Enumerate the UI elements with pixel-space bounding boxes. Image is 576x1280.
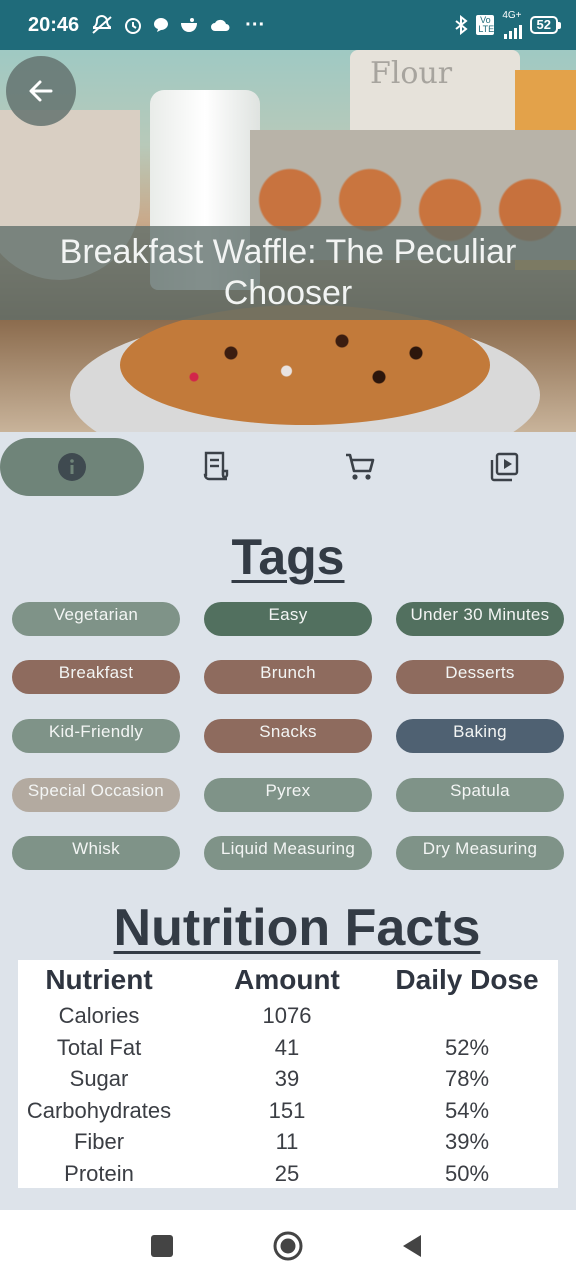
tag-chip[interactable]: Pyrex bbox=[204, 778, 372, 812]
tag-chip[interactable]: Special Occasion bbox=[12, 778, 180, 812]
nutrition-row: Carbohydrates 151 54% bbox=[18, 1098, 558, 1130]
volte-badge: Vo LTE bbox=[476, 15, 495, 35]
nutrient-name: Protein bbox=[64, 1160, 134, 1186]
nutrition-row: Sugar 39 78% bbox=[18, 1066, 558, 1098]
tag-chip[interactable]: Brunch bbox=[204, 660, 372, 694]
video-library-icon bbox=[490, 452, 519, 482]
nutrition-row: Total Fat 41 52% bbox=[18, 1035, 558, 1067]
tag-chip[interactable]: Spatula bbox=[396, 778, 564, 812]
nutrient-name: Sugar bbox=[69, 1066, 129, 1091]
recent-apps-button[interactable] bbox=[142, 1230, 182, 1262]
bluetooth-icon bbox=[455, 15, 468, 35]
hero-waffle bbox=[120, 305, 490, 425]
header-amount: Amount bbox=[234, 964, 340, 995]
tab-video[interactable] bbox=[432, 438, 576, 496]
nutrient-amount: 11 bbox=[275, 1129, 299, 1154]
signal-icon bbox=[503, 21, 522, 39]
nutrient-amount: 41 bbox=[274, 1034, 300, 1060]
nutrition-heading: Nutrition Facts bbox=[113, 899, 481, 957]
back-triangle-icon bbox=[403, 1235, 421, 1257]
tab-ingredients[interactable] bbox=[144, 438, 288, 496]
tag-chip[interactable]: Vegetarian bbox=[12, 602, 180, 636]
tag-chip[interactable]: Snacks bbox=[204, 719, 372, 753]
recipe-hero-image: Flour Breakfast Waffle: The Peculiar Cho… bbox=[0, 50, 576, 432]
nutrient-name: Calories bbox=[58, 1003, 140, 1028]
tag-chip[interactable]: Desserts bbox=[396, 660, 564, 694]
recipe-title-band: Breakfast Waffle: The Peculiar Chooser bbox=[0, 226, 576, 320]
network-type: 4G+ bbox=[502, 10, 522, 21]
tab-shopping[interactable] bbox=[288, 438, 432, 496]
cloud-icon bbox=[211, 19, 230, 31]
header-daily-dose: Daily Dose bbox=[395, 964, 539, 995]
nutrient-amount: 151 bbox=[268, 1097, 306, 1123]
shopping-cart-icon bbox=[346, 453, 375, 480]
nutrition-table: Nutrient Amount Daily Dose Calories 1076 T… bbox=[18, 960, 558, 1188]
tag-chip[interactable]: Kid-Friendly bbox=[12, 719, 180, 753]
tag-chip[interactable]: Breakfast bbox=[12, 660, 180, 694]
receipt-icon bbox=[203, 451, 229, 481]
nutrient-amount: 39 bbox=[274, 1066, 300, 1091]
recipe-title: Breakfast Waffle: The Peculiar Chooser bbox=[59, 233, 517, 312]
arrow-left-icon bbox=[29, 80, 53, 102]
tag-chip[interactable]: Baking bbox=[396, 719, 564, 753]
nutrition-header-row: Nutrient Amount Daily Dose bbox=[18, 964, 558, 996]
header-nutrient: Nutrient bbox=[45, 964, 153, 995]
home-button[interactable] bbox=[268, 1230, 308, 1262]
home-icon bbox=[273, 1231, 303, 1261]
alarm-icon bbox=[125, 18, 142, 34]
nutrient-daily-dose: 54% bbox=[444, 1097, 490, 1123]
app-notification-icon bbox=[181, 18, 198, 32]
system-nav-bar bbox=[0, 1210, 576, 1280]
chat-icon bbox=[154, 18, 169, 32]
tag-chip[interactable]: Under 30 Minutes bbox=[396, 602, 564, 636]
nutrient-name: Fiber bbox=[73, 1129, 125, 1154]
nutrient-daily-dose: 39% bbox=[444, 1129, 490, 1154]
tag-chip[interactable]: Dry Measuring bbox=[396, 836, 564, 870]
hero-flour-label: Flour bbox=[370, 56, 453, 91]
nutrient-name: Total Fat bbox=[56, 1034, 142, 1060]
tab-info[interactable] bbox=[0, 438, 144, 496]
back-button[interactable] bbox=[6, 56, 76, 126]
tags-heading: Tags bbox=[231, 529, 345, 585]
nutrient-amount: 1076 bbox=[262, 1003, 312, 1028]
nutrition-row: Fiber 11 39% bbox=[18, 1129, 558, 1161]
nutrition-row: Calories 1076 bbox=[18, 1003, 558, 1035]
info-icon bbox=[58, 453, 86, 481]
nutrition-row: Protein 25 50% bbox=[18, 1161, 558, 1193]
tag-chip[interactable]: Easy bbox=[204, 602, 372, 636]
battery-indicator: 52 bbox=[529, 16, 562, 34]
nutrient-daily-dose: 78% bbox=[444, 1066, 490, 1091]
more-notifications-icon: ··· bbox=[245, 13, 266, 36]
nutrient-daily-dose: 52% bbox=[444, 1034, 490, 1060]
tag-chip[interactable]: Liquid Measuring bbox=[204, 836, 372, 870]
status-time: 20:46 bbox=[28, 13, 80, 36]
nutrient-daily-dose: 50% bbox=[444, 1160, 490, 1186]
nutrient-name: Carbohydrates bbox=[26, 1097, 172, 1123]
back-nav-button[interactable] bbox=[392, 1230, 432, 1262]
recent-apps-icon bbox=[151, 1235, 173, 1257]
nutrient-amount: 25 bbox=[274, 1160, 300, 1186]
recipe-tab-bar bbox=[0, 432, 576, 502]
mute-icon bbox=[92, 15, 112, 34]
tag-chip[interactable]: Whisk bbox=[12, 836, 180, 870]
status-bar: 20:46 ··· Vo LTE 4G+ 52 bbox=[0, 0, 576, 50]
